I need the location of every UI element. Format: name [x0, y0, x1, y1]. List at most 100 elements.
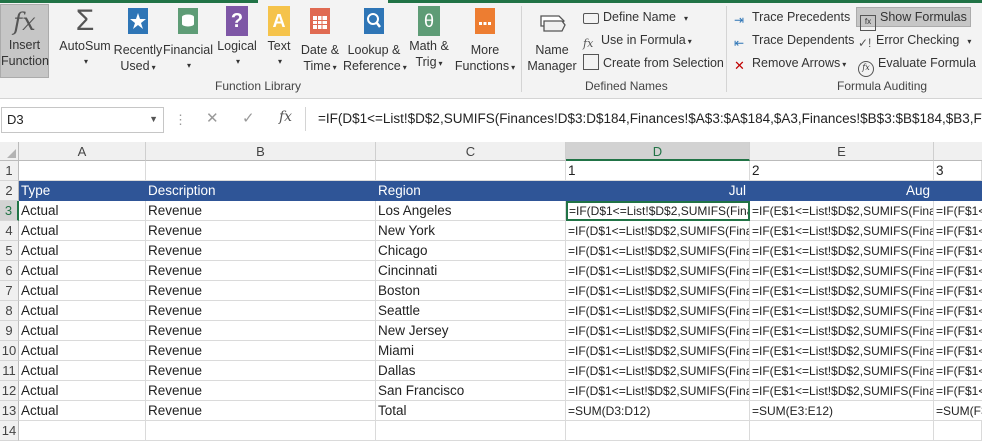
cell-a8[interactable]: Actual — [19, 301, 146, 321]
cell-b1[interactable] — [146, 161, 376, 181]
cell-f6[interactable]: =IF(F$1<=List!$D$2 — [934, 261, 982, 281]
autosum-button[interactable]: Σ AutoSum ▾ — [58, 6, 112, 70]
row-header-8[interactable]: 8 — [0, 301, 19, 321]
cell-d5[interactable]: =IF(D$1<=List!$D$2,SUMIFS(Finances!D$3:D… — [566, 241, 750, 261]
cell-c4[interactable]: New York — [376, 221, 566, 241]
formula-input[interactable]: =IF(D$1<=List!$D$2,SUMIFS(Finances!D$3:D… — [305, 107, 982, 131]
active-cell-d3[interactable]: =IF(D$1<=List!$D$2,SUMIFS(Finances!D$3:D… — [566, 201, 750, 221]
cell-e10[interactable]: =IF(E$1<=List!$D$2,SUMIFS(Finances!E$3:E… — [750, 341, 934, 361]
insert-function-fx-icon[interactable]: fx — [279, 109, 292, 125]
cell-f4[interactable]: =IF(F$1<=List!$D$2 — [934, 221, 982, 241]
remove-arrows-button[interactable]: ✕ Remove Arrows ▾ — [734, 53, 846, 73]
row-header-9[interactable]: 9 — [0, 321, 19, 341]
cell-c5[interactable]: Chicago — [376, 241, 566, 261]
cell-f12[interactable]: =IF(F$1<=List!$D$2 — [934, 381, 982, 401]
more-functions-button[interactable]: More Functions ▾ — [453, 6, 517, 76]
cell-d10[interactable]: =IF(D$1<=List!$D$2,SUMIFS(Finances!D$3:D… — [566, 341, 750, 361]
header-cell-a[interactable]: Type — [19, 181, 146, 201]
row-header-5[interactable]: 5 — [0, 241, 19, 261]
cell-e3[interactable]: =IF(E$1<=List!$D$2,SUMIFS(Finances!E$3:E… — [750, 201, 934, 221]
cell-f11[interactable]: =IF(F$1<=List!$D$2 — [934, 361, 982, 381]
cell-a13[interactable]: Actual — [19, 401, 146, 421]
cell-e6[interactable]: =IF(E$1<=List!$D$2,SUMIFS(Finances!E$3:E… — [750, 261, 934, 281]
cell-e5[interactable]: =IF(E$1<=List!$D$2,SUMIFS(Finances!E$3:E… — [750, 241, 934, 261]
cell-e7[interactable]: =IF(E$1<=List!$D$2,SUMIFS(Finances!E$3:E… — [750, 281, 934, 301]
cell-e4[interactable]: =IF(E$1<=List!$D$2,SUMIFS(Finances!E$3:E… — [750, 221, 934, 241]
cell-b7[interactable]: Revenue — [146, 281, 376, 301]
formula-bar-grip-icon[interactable]: ⋮ — [174, 112, 187, 128]
worksheet-grid[interactable]: A B C D E 1 2 3 4 5 6 7 8 9 10 11 12 13 14 1 2 3 Type Desc… — [0, 142, 982, 441]
column-header-a[interactable]: A — [19, 142, 146, 161]
cell-d8[interactable]: =IF(D$1<=List!$D$2,SUMIFS(Finances!D$3:D… — [566, 301, 750, 321]
cell-a3[interactable]: Actual — [19, 201, 146, 221]
cell-d9[interactable]: =IF(D$1<=List!$D$2,SUMIFS(Finances!D$3:D… — [566, 321, 750, 341]
cell-c3[interactable]: Los Angeles — [376, 201, 566, 221]
column-header-c[interactable]: C — [376, 142, 566, 161]
cell-a1[interactable] — [19, 161, 146, 181]
select-all-corner[interactable] — [0, 142, 19, 161]
header-cell-b[interactable]: Description — [146, 181, 376, 201]
row-header-1[interactable]: 1 — [0, 161, 19, 181]
cell-b9[interactable]: Revenue — [146, 321, 376, 341]
cell-e13[interactable]: =SUM(E3:E12) — [750, 401, 934, 421]
cell-b12[interactable]: Revenue — [146, 381, 376, 401]
cell-b14[interactable] — [146, 421, 376, 441]
math-trig-button[interactable]: θ Math & Trig ▾ — [406, 6, 452, 72]
row-header-3[interactable]: 3 — [0, 201, 19, 221]
cell-c9[interactable]: New Jersey — [376, 321, 566, 341]
cell-f8[interactable]: =IF(F$1<=List!$D$2 — [934, 301, 982, 321]
cell-a6[interactable]: Actual — [19, 261, 146, 281]
cell-b4[interactable]: Revenue — [146, 221, 376, 241]
name-box[interactable]: D3 ▼ — [1, 107, 164, 133]
insert-function-button[interactable]: fx Insert Function — [0, 4, 49, 78]
cell-b10[interactable]: Revenue — [146, 341, 376, 361]
cell-a11[interactable]: Actual — [19, 361, 146, 381]
cell-e12[interactable]: =IF(E$1<=List!$D$2,SUMIFS(Finances!E$3:E… — [750, 381, 934, 401]
cell-d7[interactable]: =IF(D$1<=List!$D$2,SUMIFS(Finances!D$3:D… — [566, 281, 750, 301]
cell-c6[interactable]: Cincinnati — [376, 261, 566, 281]
text-button[interactable]: A Text ▾ — [262, 6, 296, 70]
row-header-12[interactable]: 12 — [0, 381, 19, 401]
row-header-11[interactable]: 11 — [0, 361, 19, 381]
cell-b13[interactable]: Revenue — [146, 401, 376, 421]
cell-c14[interactable] — [376, 421, 566, 441]
cell-d4[interactable]: =IF(D$1<=List!$D$2,SUMIFS(Finances!D$3:D… — [566, 221, 750, 241]
column-header-f[interactable] — [934, 142, 982, 161]
cell-d1[interactable]: 1 — [566, 161, 750, 181]
cell-b5[interactable]: Revenue — [146, 241, 376, 261]
cell-c13[interactable]: Total — [376, 401, 566, 421]
cell-f1[interactable]: 3 — [934, 161, 982, 181]
cell-b11[interactable]: Revenue — [146, 361, 376, 381]
header-cell-e[interactable]: Aug — [750, 181, 934, 201]
cell-a12[interactable]: Actual — [19, 381, 146, 401]
cell-e8[interactable]: =IF(E$1<=List!$D$2,SUMIFS(Finances!E$3:E… — [750, 301, 934, 321]
cell-e11[interactable]: =IF(E$1<=List!$D$2,SUMIFS(Finances!E$3:E… — [750, 361, 934, 381]
cell-f10[interactable]: =IF(F$1<=List!$D$2 — [934, 341, 982, 361]
column-header-d[interactable]: D — [566, 142, 750, 161]
cell-a10[interactable]: Actual — [19, 341, 146, 361]
lookup-reference-button[interactable]: Lookup & Reference ▾ — [343, 6, 407, 76]
cell-d12[interactable]: =IF(D$1<=List!$D$2,SUMIFS(Finances!D$3:D… — [566, 381, 750, 401]
use-in-formula-button[interactable]: fx Use in Formula ▾ — [583, 30, 692, 50]
cell-f14[interactable] — [934, 421, 982, 441]
show-formulas-button[interactable]: fx Show Formulas — [856, 7, 971, 31]
create-from-selection-button[interactable]: Create from Selection — [583, 53, 724, 73]
cell-c1[interactable] — [376, 161, 566, 181]
enter-icon[interactable]: ✓ — [242, 109, 255, 127]
row-header-13[interactable]: 13 — [0, 401, 19, 421]
cell-d6[interactable]: =IF(D$1<=List!$D$2,SUMIFS(Finances!D$3:D… — [566, 261, 750, 281]
cell-d11[interactable]: =IF(D$1<=List!$D$2,SUMIFS(Finances!D$3:D… — [566, 361, 750, 381]
cell-f7[interactable]: =IF(F$1<=List!$D$2 — [934, 281, 982, 301]
row-header-2[interactable]: 2 — [0, 181, 19, 201]
column-header-e[interactable]: E — [750, 142, 934, 161]
define-name-button[interactable]: Define Name ▾ — [583, 7, 688, 27]
row-header-10[interactable]: 10 — [0, 341, 19, 361]
logical-button[interactable]: ? Logical ▾ — [215, 6, 259, 70]
row-header-14[interactable]: 14 — [0, 421, 19, 441]
trace-precedents-button[interactable]: ⇥ Trace Precedents — [734, 7, 850, 27]
cell-c8[interactable]: Seattle — [376, 301, 566, 321]
column-header-b[interactable]: B — [146, 142, 376, 161]
cell-a5[interactable]: Actual — [19, 241, 146, 261]
cell-c11[interactable]: Dallas — [376, 361, 566, 381]
cell-b3[interactable]: Revenue — [146, 201, 376, 221]
